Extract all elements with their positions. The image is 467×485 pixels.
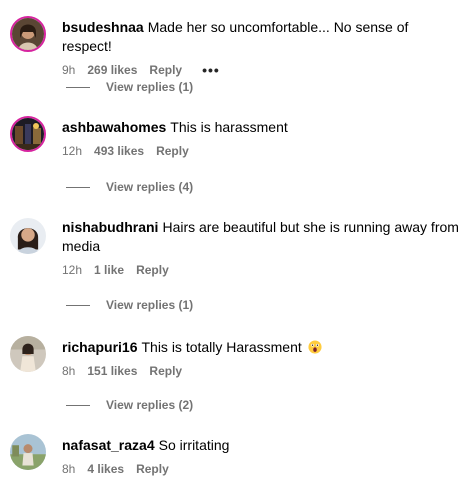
comment-body: So irritating	[158, 437, 230, 453]
comment-username[interactable]: richapuri16	[62, 339, 137, 355]
more-horizontal-icon[interactable]: •••	[202, 63, 220, 77]
view-replies-button[interactable]: View replies (1)	[66, 298, 193, 312]
comment-text: nafasat_raza4 So irritating	[62, 436, 459, 455]
astonished-face-emoji	[308, 340, 322, 354]
avatar-image	[12, 18, 44, 50]
comment-meta: 8h 4 likes Reply	[62, 461, 459, 477]
comment-likes[interactable]: 4 likes	[87, 461, 124, 477]
comment-meta: 12h 1 like Reply	[62, 262, 459, 278]
comment-time[interactable]: 8h	[62, 363, 75, 379]
view-replies-label: View replies (2)	[106, 398, 194, 412]
comment-time[interactable]: 9h	[62, 62, 75, 78]
replies-divider	[66, 404, 90, 406]
avatar[interactable]	[10, 16, 46, 52]
view-replies-label: View replies (1)	[106, 298, 194, 312]
reply-button[interactable]: Reply	[136, 461, 169, 477]
avatar[interactable]	[10, 218, 46, 254]
replies-divider	[66, 186, 90, 188]
comment-username[interactable]: nafasat_raza4	[62, 437, 155, 453]
view-replies-label: View replies (1)	[106, 80, 194, 94]
comment-text: nishabudhrani Hairs are beautiful but she…	[62, 218, 459, 256]
comment-likes[interactable]: 269 likes	[87, 62, 137, 78]
avatar[interactable]	[10, 116, 46, 152]
comment-username[interactable]: nishabudhrani	[62, 219, 158, 235]
reply-button[interactable]: Reply	[149, 62, 182, 78]
avatar[interactable]	[10, 434, 46, 470]
avatar[interactable]	[10, 336, 46, 372]
avatar-image	[10, 336, 46, 372]
comment-time[interactable]: 12h	[62, 262, 82, 278]
comment-meta: 12h 493 likes Reply	[62, 143, 459, 159]
comment-likes[interactable]: 493 likes	[94, 143, 144, 159]
reply-button[interactable]: Reply	[149, 363, 182, 379]
avatar-image	[12, 118, 44, 150]
comment-text: ashbawahomes This is harassment	[62, 118, 459, 137]
comment-username[interactable]: bsudeshnaa	[62, 19, 144, 35]
comments-list: bsudeshnaa Made her so uncomfortable... N…	[0, 0, 467, 485]
avatar-image	[10, 434, 46, 470]
comment-likes[interactable]: 151 likes	[87, 363, 137, 379]
view-replies-button[interactable]: View replies (4)	[66, 180, 193, 194]
comment-meta: 9h 269 likes Reply •••	[62, 62, 459, 78]
comment-body: This is harassment	[170, 119, 288, 135]
comment-time[interactable]: 8h	[62, 461, 75, 477]
replies-divider	[66, 304, 90, 306]
reply-button[interactable]: Reply	[136, 262, 169, 278]
comment-meta: 8h 151 likes Reply	[62, 363, 459, 379]
view-replies-button[interactable]: View replies (1)	[66, 80, 193, 94]
view-replies-button[interactable]: View replies (2)	[66, 398, 193, 412]
comment-username[interactable]: ashbawahomes	[62, 119, 166, 135]
comment-likes[interactable]: 1 like	[94, 262, 124, 278]
comment-time[interactable]: 12h	[62, 143, 82, 159]
comment-body: This is totally Harassment	[141, 339, 302, 355]
comment-text: bsudeshnaa Made her so uncomfortable... N…	[62, 18, 459, 56]
replies-divider	[66, 86, 90, 88]
reply-button[interactable]: Reply	[156, 143, 189, 159]
view-replies-label: View replies (4)	[106, 180, 194, 194]
comment-text: richapuri16 This is totally Harassment	[62, 338, 459, 357]
avatar-image	[10, 218, 46, 254]
